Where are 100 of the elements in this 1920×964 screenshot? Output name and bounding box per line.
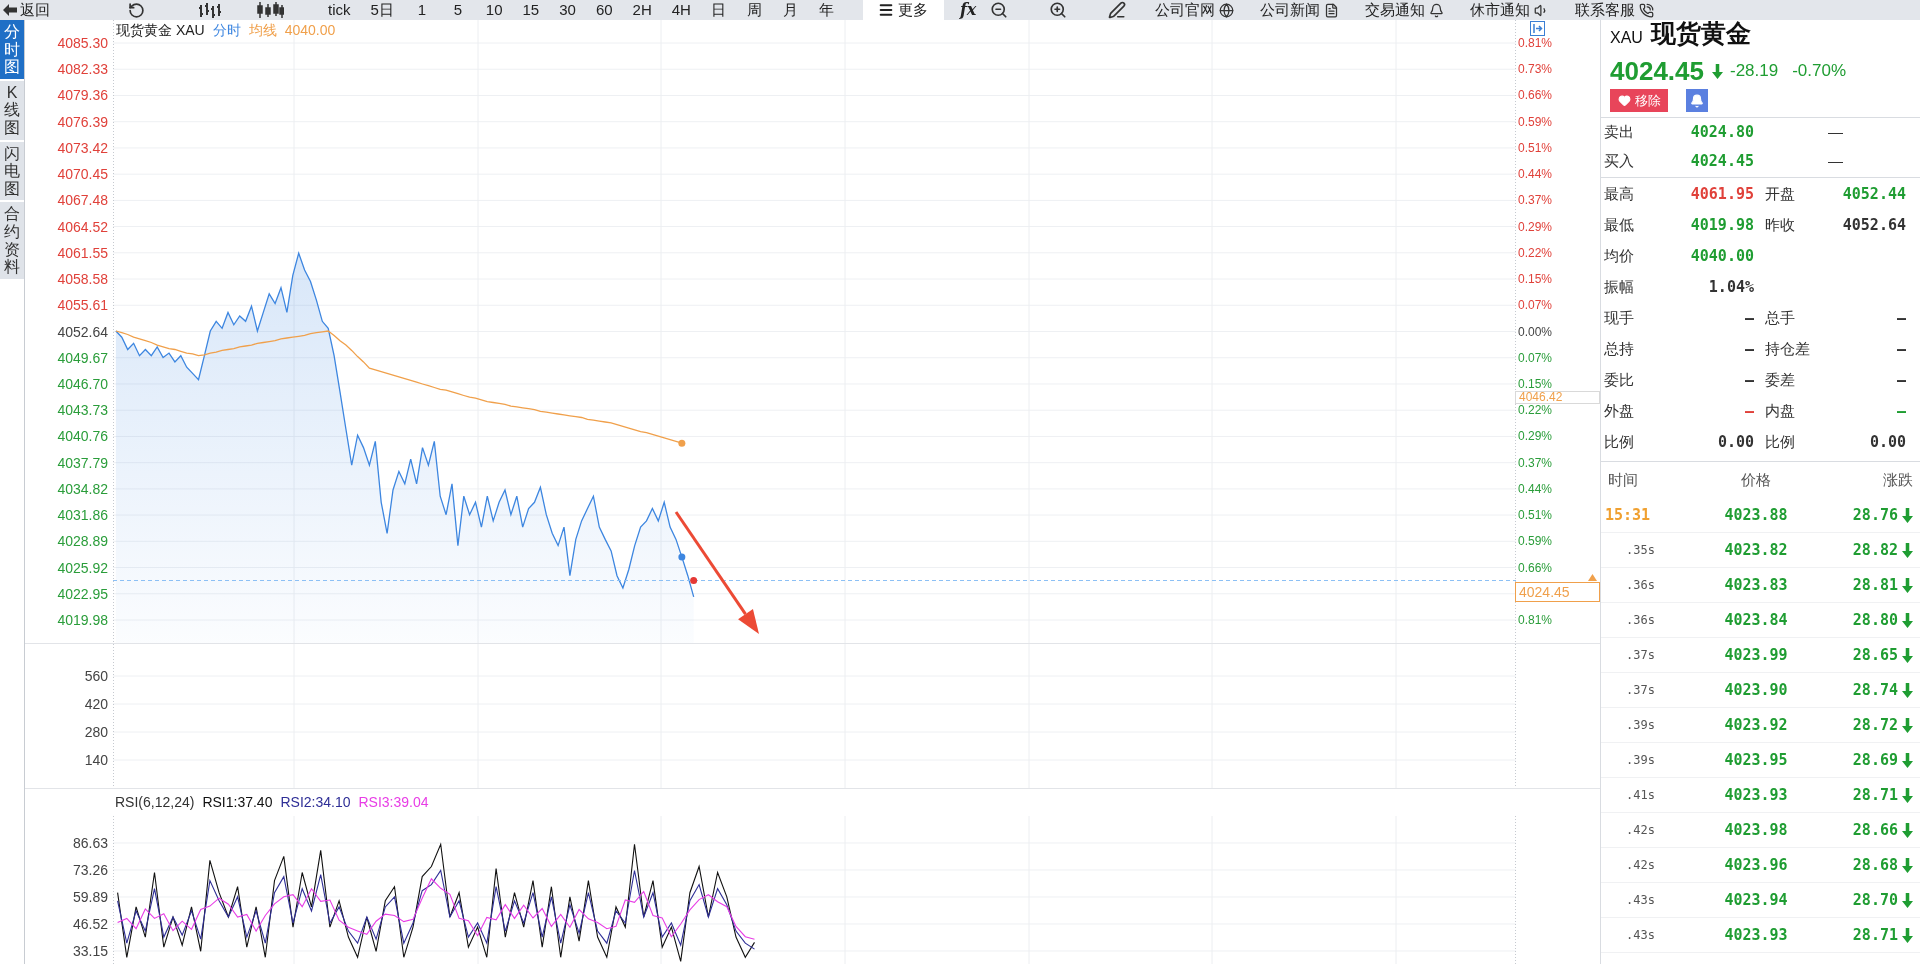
- stat-value: —: [1743, 339, 1755, 361]
- period-tab[interactable]: tick: [318, 0, 361, 20]
- trade-time: .42s: [1625, 857, 1656, 874]
- view-tab[interactable]: 闪电图: [0, 141, 24, 201]
- percent-axis-label: 0.29%: [1518, 430, 1553, 443]
- trade-time: .42s: [1625, 822, 1656, 839]
- percent-axis-label: 0.37%: [1518, 194, 1553, 207]
- period-tab[interactable]: 2H: [622, 0, 662, 20]
- price-axis-label: 4028.89: [57, 534, 108, 549]
- formula-button[interactable]: fx: [959, 0, 977, 20]
- percent-axis-label: 0.07%: [1518, 299, 1553, 312]
- period-tab[interactable]: 60: [585, 0, 623, 20]
- percent-axis-label: 0.22%: [1518, 404, 1553, 417]
- stat-label: 现手: [1604, 308, 1635, 329]
- stat-value: 1.04%: [1707, 277, 1755, 299]
- series-legend: 均线: [248, 22, 277, 38]
- price-axis-label: 4079.36: [57, 88, 108, 103]
- trade-change: 28.81: [1852, 574, 1898, 596]
- zoom-out-icon[interactable]: [990, 1, 1009, 19]
- toolbar-link[interactable]: 联系客服: [1575, 0, 1655, 20]
- rsi-axis-label: 73.26: [72, 863, 108, 877]
- percent-axis-label: 0.22%: [1518, 246, 1553, 259]
- symbol-code: XAU: [1610, 28, 1643, 48]
- stat-value: —: [1743, 370, 1755, 392]
- percent-axis-label: 0.29%: [1518, 220, 1553, 233]
- zoom-in-icon[interactable]: [1049, 1, 1068, 19]
- period-tab[interactable]: 4H: [661, 0, 701, 20]
- chart-title: 现货黄金 XAU: [116, 22, 205, 38]
- quote-label: 买入: [1604, 151, 1635, 172]
- trade-price: 4023.82: [1723, 539, 1789, 561]
- period-tab[interactable]: 1: [403, 0, 440, 20]
- price-axis-label: 4076.39: [57, 114, 108, 129]
- more-button[interactable]: 更多: [862, 0, 944, 20]
- stat-label: 均价: [1604, 246, 1635, 267]
- back-button[interactable]: 返回: [3, 0, 50, 20]
- alert-button[interactable]: [1686, 89, 1708, 112]
- period-tab[interactable]: 10: [475, 0, 513, 20]
- toolbar-link[interactable]: 休市通知: [1470, 0, 1550, 20]
- toolbar-link[interactable]: 公司新闻: [1260, 0, 1340, 20]
- ohlc-bars-icon[interactable]: [199, 2, 221, 18]
- stat-value: —: [1743, 401, 1755, 423]
- percent-axis-label: 0.51%: [1518, 509, 1553, 522]
- period-tab[interactable]: 日: [700, 0, 737, 20]
- refresh-icon[interactable]: [128, 1, 145, 19]
- price-axis-label: 4046.70: [57, 376, 108, 391]
- period-tab[interactable]: 周: [736, 0, 773, 20]
- last-price-marker-icon: [690, 577, 698, 584]
- remove-button[interactable]: 移除: [1610, 89, 1668, 112]
- stat-value: 4040.00: [1689, 246, 1755, 268]
- price-axis-label: 4019.98: [57, 613, 108, 627]
- period-tab[interactable]: 5日: [360, 0, 404, 20]
- period-tab[interactable]: 15: [512, 0, 550, 20]
- trade-price: 4023.95: [1723, 749, 1789, 771]
- price-axis-label: 4070.45: [57, 167, 108, 182]
- period-tab[interactable]: 年: [808, 0, 845, 20]
- period-tab[interactable]: 30: [549, 0, 586, 20]
- price-axis-label: 4031.86: [57, 508, 108, 523]
- percent-axis-label: 0.07%: [1518, 351, 1553, 364]
- series-legend: 分时: [212, 22, 241, 38]
- stat-label: 委比: [1604, 370, 1635, 391]
- trade-time: .39s: [1625, 752, 1656, 769]
- phone-icon: [1639, 2, 1655, 18]
- percent-axis-label: 0.81%: [1518, 614, 1553, 626]
- panel-toggle-icon[interactable]: [1530, 21, 1545, 36]
- last-price: 4024.45: [1610, 58, 1704, 84]
- stat-label: 总手: [1764, 308, 1796, 329]
- percent-axis-label: 0.66%: [1518, 561, 1553, 574]
- percent-axis-label: 0.44%: [1518, 482, 1553, 495]
- volume-axis-label: 560: [84, 669, 108, 683]
- stat-value: 4052.64: [1841, 215, 1907, 237]
- view-tab[interactable]: 分时图: [0, 20, 24, 79]
- trade-time: 15:31: [1604, 504, 1652, 526]
- trade-time: .39s: [1625, 717, 1656, 734]
- stat-label: 振幅: [1604, 277, 1635, 298]
- period-tab[interactable]: 月: [772, 0, 809, 20]
- view-tab[interactable]: K线图: [0, 80, 24, 140]
- candlestick-icon[interactable]: [256, 2, 284, 18]
- trade-price: 4023.93: [1723, 784, 1789, 806]
- price-axis-label: 4025.92: [57, 560, 108, 575]
- stat-value: 0.00: [1868, 432, 1907, 454]
- pen-icon[interactable]: [1108, 1, 1127, 19]
- trade-change: 28.76: [1852, 504, 1898, 526]
- period-tab[interactable]: 5: [439, 0, 476, 20]
- toolbar-link[interactable]: 交易通知: [1365, 0, 1445, 20]
- view-tab[interactable]: 合约资料: [0, 202, 24, 279]
- toolbar-link[interactable]: 公司官网: [1155, 0, 1235, 20]
- trade-time: .43s: [1625, 892, 1656, 909]
- menu-icon: [878, 2, 895, 18]
- trade-change: 28.80: [1852, 609, 1898, 631]
- column-header: 时间: [1607, 469, 1639, 490]
- trade-change: 28.72: [1852, 714, 1898, 736]
- price-axis-label: 4085.30: [57, 36, 108, 50]
- price-change-percent: -0.70%: [1792, 61, 1847, 81]
- price-axis-label: 4055.61: [57, 298, 108, 313]
- trade-price: 4023.96: [1723, 854, 1789, 876]
- percent-axis-label: 0.15%: [1518, 377, 1553, 390]
- stat-value: —: [1895, 339, 1907, 361]
- volume-axis-label: 420: [84, 697, 108, 711]
- column-header: 涨跌: [1882, 469, 1913, 490]
- percent-axis-label: 0.37%: [1518, 456, 1553, 469]
